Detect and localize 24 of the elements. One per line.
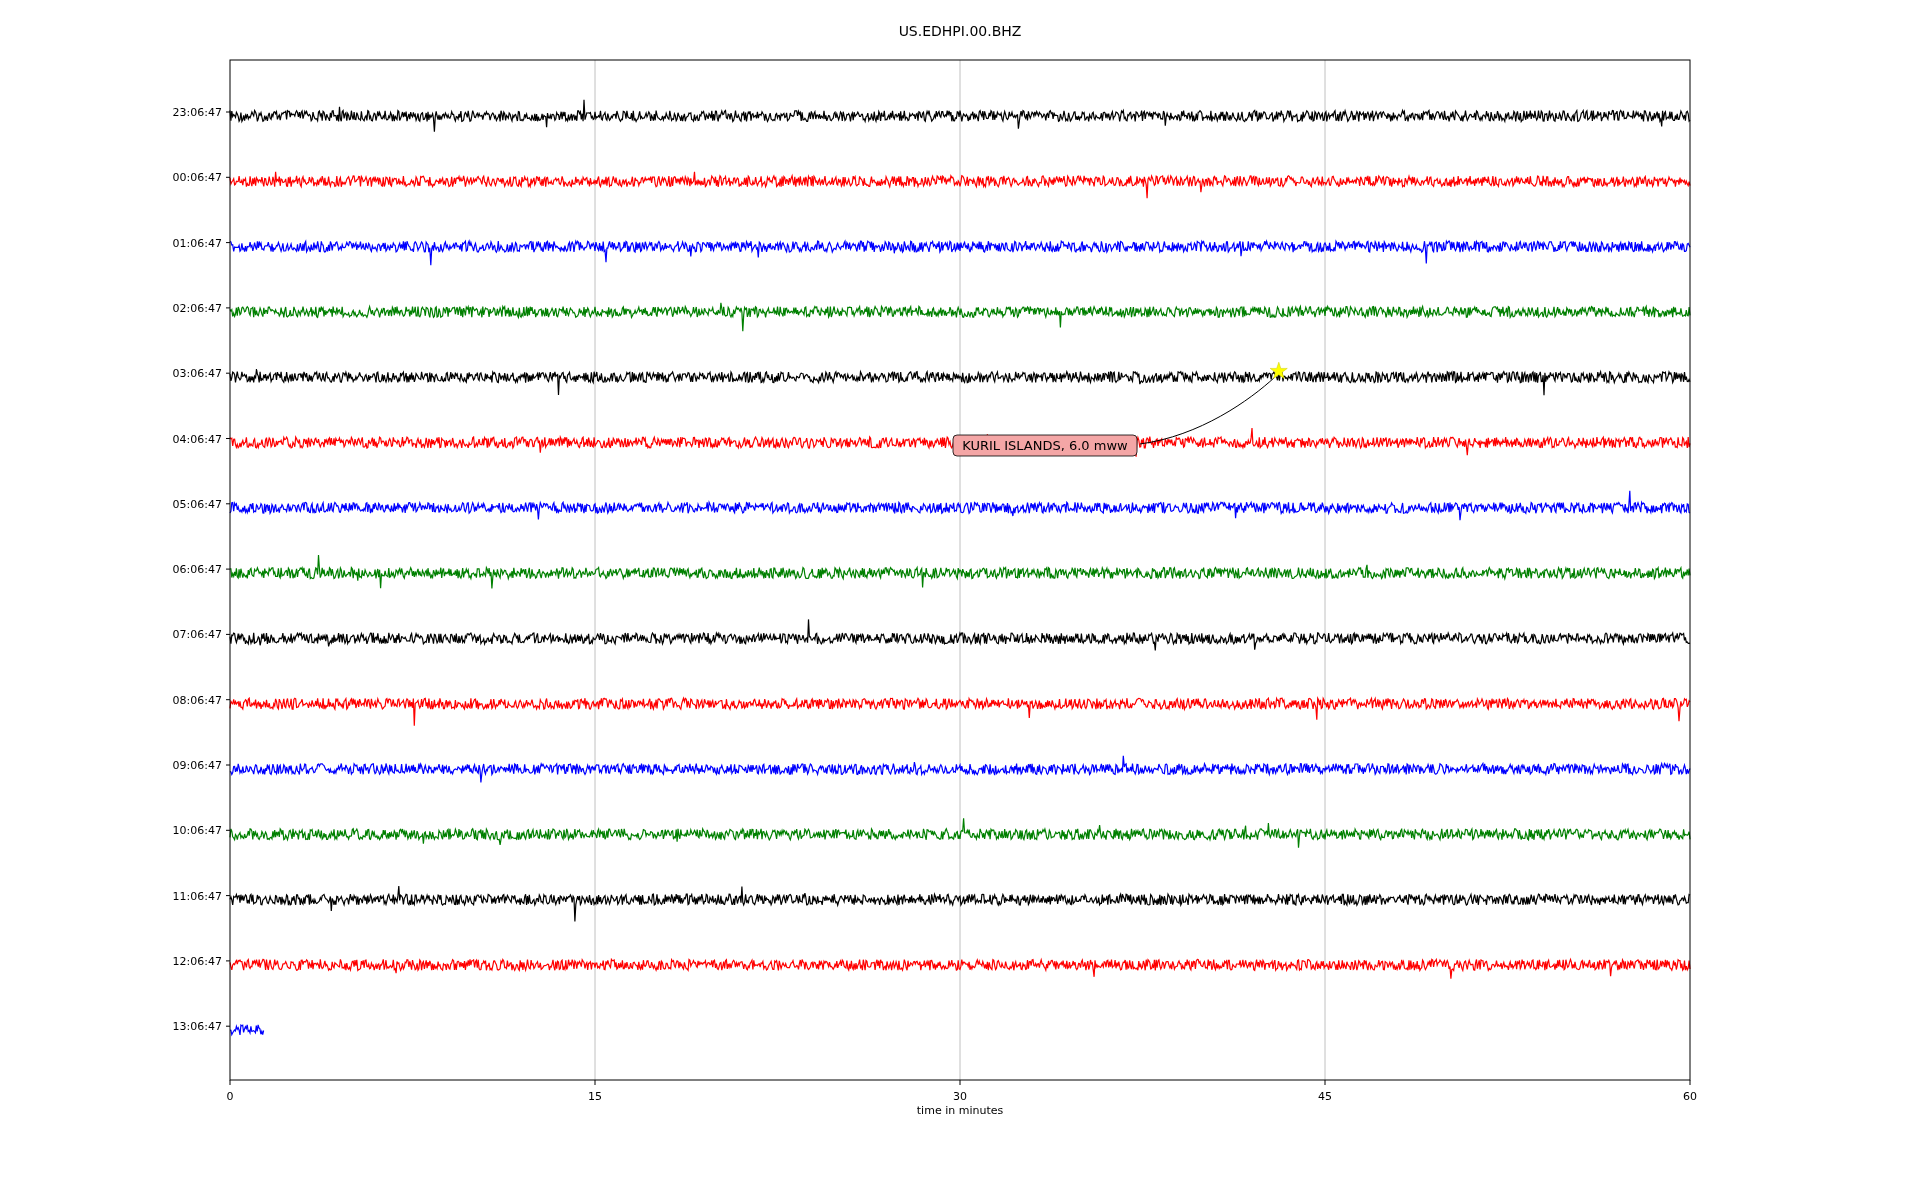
time-label: 01:06:47	[172, 236, 222, 250]
time-label: 02:06:47	[172, 301, 222, 315]
time-label: 00:06:47	[172, 171, 222, 185]
time-label: 03:06:47	[172, 367, 222, 381]
time-label: 12:06:47	[172, 954, 222, 968]
star-icon	[1269, 361, 1288, 379]
x-tick-label: 15	[588, 1090, 602, 1103]
x-tick-label: 0	[226, 1090, 234, 1103]
time-label: 11:06:47	[172, 889, 222, 903]
time-label: 06:06:47	[172, 563, 222, 577]
x-tick-label: 60	[1683, 1090, 1697, 1103]
time-label: 10:06:47	[172, 824, 222, 838]
axis-label: time in minutes	[916, 1104, 1004, 1117]
x-tick-label: 45	[1318, 1090, 1332, 1103]
time-label: 09:06:47	[172, 759, 222, 772]
time-label: 13:06:47	[172, 1020, 222, 1034]
time-label: 05:06:47	[172, 497, 222, 511]
x-tick-label: 30	[953, 1090, 967, 1103]
time-label: 08:06:47	[172, 693, 222, 707]
plot-title: US.EDHPI.00.BHZ	[898, 23, 1022, 39]
event-label: KURIL ISLANDS, 6.0 mww	[952, 434, 1138, 457]
time-label: 23:06:47	[172, 106, 222, 119]
time-label: 04:06:47	[172, 432, 222, 446]
time-label: 07:06:47	[172, 628, 222, 642]
